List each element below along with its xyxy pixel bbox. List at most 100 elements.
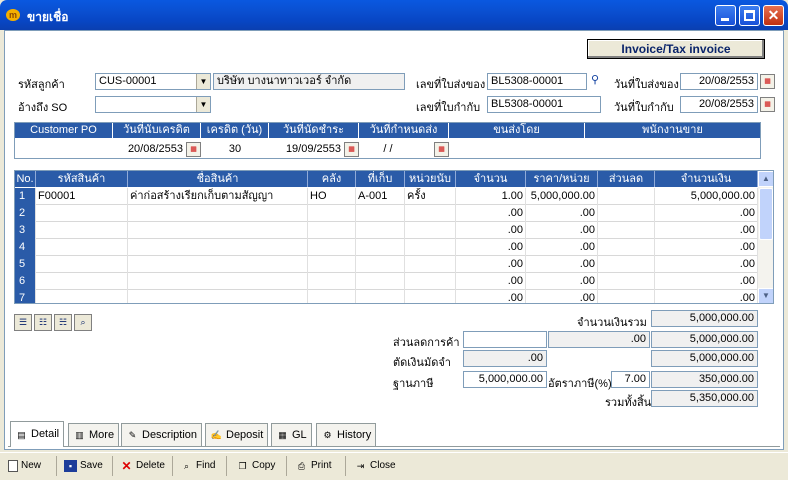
cell-code[interactable] [36, 222, 128, 239]
trade-discount-input[interactable] [463, 331, 547, 348]
cell-unit[interactable] [405, 290, 456, 303]
delete-button[interactable]: ✕ Delete [120, 456, 164, 476]
app-icon[interactable]: m [6, 9, 20, 21]
cell-loc[interactable] [356, 239, 405, 256]
ship-date-field[interactable]: / / [359, 139, 417, 159]
cell-disc[interactable] [598, 290, 655, 303]
cell-amount[interactable]: .00 [655, 222, 758, 239]
cell-wh[interactable] [308, 222, 356, 239]
cell-qty[interactable]: .00 [456, 205, 526, 222]
table-row[interactable]: 7.00.00.00 [15, 290, 758, 303]
delivery-date-field[interactable]: 20/08/2553 [680, 73, 758, 90]
cell-disc[interactable] [598, 205, 655, 222]
cell-amount[interactable]: 5,000,000.00 [655, 188, 758, 205]
add-row-icon[interactable]: ☷ [34, 314, 52, 331]
cell-unit[interactable] [405, 205, 456, 222]
cell-code[interactable] [36, 290, 128, 303]
tax-base-field[interactable]: 5,000,000.00 [463, 371, 547, 388]
due-date-field[interactable]: 19/09/2553 [269, 139, 341, 159]
cell-name[interactable]: ค่าก่อสร้างเรียกเก็บตามสัญญา [128, 188, 308, 205]
cell-loc[interactable]: A-001 [356, 188, 405, 205]
cell-loc[interactable] [356, 205, 405, 222]
cell-disc[interactable] [598, 239, 655, 256]
table-row[interactable]: 1 F00001 ค่าก่อสร้างเรียกเก็บตามสัญญา HO A-0… [15, 188, 758, 205]
close-button[interactable]: ✕ [763, 5, 784, 26]
maximize-button[interactable] [739, 5, 760, 26]
cell-wh[interactable] [308, 273, 356, 290]
zoom-icon[interactable]: ⌕ [74, 314, 92, 331]
tab-detail[interactable]: ▤ Detail [10, 421, 65, 447]
cell-qty[interactable]: .00 [456, 290, 526, 303]
cell-price[interactable]: .00 [526, 222, 598, 239]
tab-gl[interactable]: ▦ GL [271, 423, 312, 446]
cell-loc[interactable] [356, 256, 405, 273]
cell-amount[interactable]: .00 [655, 239, 758, 256]
cell-wh[interactable]: HO [308, 188, 356, 205]
close-form-button[interactable]: ⇥ Close [354, 456, 396, 476]
table-row[interactable]: 2.00.00.00 [15, 205, 758, 222]
tax-no-field[interactable]: BL5308-00001 [487, 96, 601, 113]
scroll-thumb[interactable] [759, 188, 773, 240]
so-select[interactable]: ▼ [95, 96, 211, 113]
calendar-icon[interactable]: ▦ [344, 142, 359, 157]
cell-loc[interactable] [356, 290, 405, 303]
cell-amount[interactable]: .00 [655, 273, 758, 290]
copy-button[interactable]: ❐ Copy [236, 456, 275, 476]
print-button[interactable]: ⎙ Print [295, 456, 332, 476]
cell-unit[interactable] [405, 273, 456, 290]
cell-wh[interactable] [308, 290, 356, 303]
new-button[interactable]: New [8, 456, 41, 476]
cell-price[interactable]: .00 [526, 256, 598, 273]
cell-unit[interactable]: ครั้ง [405, 188, 456, 205]
scroll-up-icon[interactable]: ▲ [758, 171, 773, 187]
cell-price[interactable]: .00 [526, 239, 598, 256]
cell-name[interactable] [128, 222, 308, 239]
cell-qty[interactable]: .00 [456, 239, 526, 256]
cell-disc[interactable] [598, 222, 655, 239]
calendar-icon[interactable]: ▦ [186, 142, 201, 157]
cell-name[interactable] [128, 273, 308, 290]
cell-qty[interactable]: .00 [456, 256, 526, 273]
customer-code-select[interactable]: CUS-00001 ▼ [95, 73, 211, 90]
cell-price[interactable]: 5,000,000.00 [526, 188, 598, 205]
shipped-by-field[interactable] [449, 139, 585, 159]
cell-amount[interactable]: .00 [655, 256, 758, 273]
cell-amount[interactable]: .00 [655, 290, 758, 303]
find-button[interactable]: ⌕ Find [180, 456, 215, 476]
table-row[interactable]: 5.00.00.00 [15, 256, 758, 273]
grid-scrollbar[interactable]: ▲ ▼ [758, 171, 773, 303]
cell-wh[interactable] [308, 256, 356, 273]
cell-qty[interactable]: .00 [456, 273, 526, 290]
cell-code[interactable] [36, 256, 128, 273]
cell-disc[interactable] [598, 188, 655, 205]
table-row[interactable]: 4.00.00.00 [15, 239, 758, 256]
calendar-icon[interactable]: ▦ [760, 74, 775, 89]
cell-code[interactable] [36, 273, 128, 290]
minimize-button[interactable] [715, 5, 736, 26]
table-row[interactable]: 6.00.00.00 [15, 273, 758, 290]
customer-po-field[interactable] [15, 139, 113, 159]
tab-more[interactable]: ▥ More [68, 423, 120, 446]
items-grid[interactable]: No. รหัสสินค้า ชื่อสินค้า คลัง ที่เก็บ ห… [14, 170, 774, 304]
cell-code[interactable]: F00001 [36, 188, 128, 205]
cell-loc[interactable] [356, 222, 405, 239]
delivery-no-field[interactable]: BL5308-00001 [487, 73, 587, 90]
table-row[interactable]: 3.00.00.00 [15, 222, 758, 239]
cell-qty[interactable]: .00 [456, 222, 526, 239]
cell-disc[interactable] [598, 256, 655, 273]
vat-rate-field[interactable]: 7.00 [611, 371, 650, 388]
cell-unit[interactable] [405, 239, 456, 256]
cell-price[interactable]: .00 [526, 205, 598, 222]
calendar-icon[interactable]: ▦ [434, 142, 449, 157]
save-button[interactable]: ▪ Save [64, 456, 103, 476]
chevron-down-icon[interactable]: ▼ [196, 97, 210, 112]
cell-price[interactable]: .00 [526, 273, 598, 290]
tab-deposit[interactable]: ✍ Deposit [205, 423, 269, 446]
cell-disc[interactable] [598, 273, 655, 290]
cell-wh[interactable] [308, 205, 356, 222]
invoice-type-button[interactable]: Invoice/Tax invoice [587, 39, 765, 59]
cell-name[interactable] [128, 239, 308, 256]
delete-row-icon[interactable]: ☵ [54, 314, 72, 331]
cell-name[interactable] [128, 205, 308, 222]
insert-row-icon[interactable]: ☰ [14, 314, 32, 331]
